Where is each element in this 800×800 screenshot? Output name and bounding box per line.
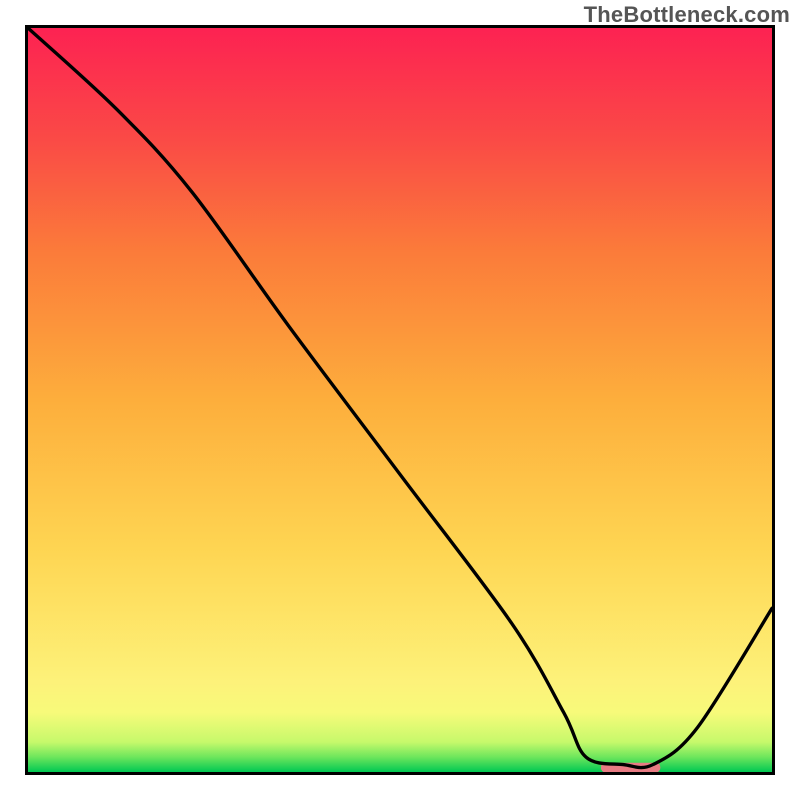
plot-area bbox=[25, 25, 775, 775]
chart-svg bbox=[28, 28, 772, 772]
chart-frame: TheBottleneck.com bbox=[0, 0, 800, 800]
gradient-background bbox=[28, 28, 772, 772]
